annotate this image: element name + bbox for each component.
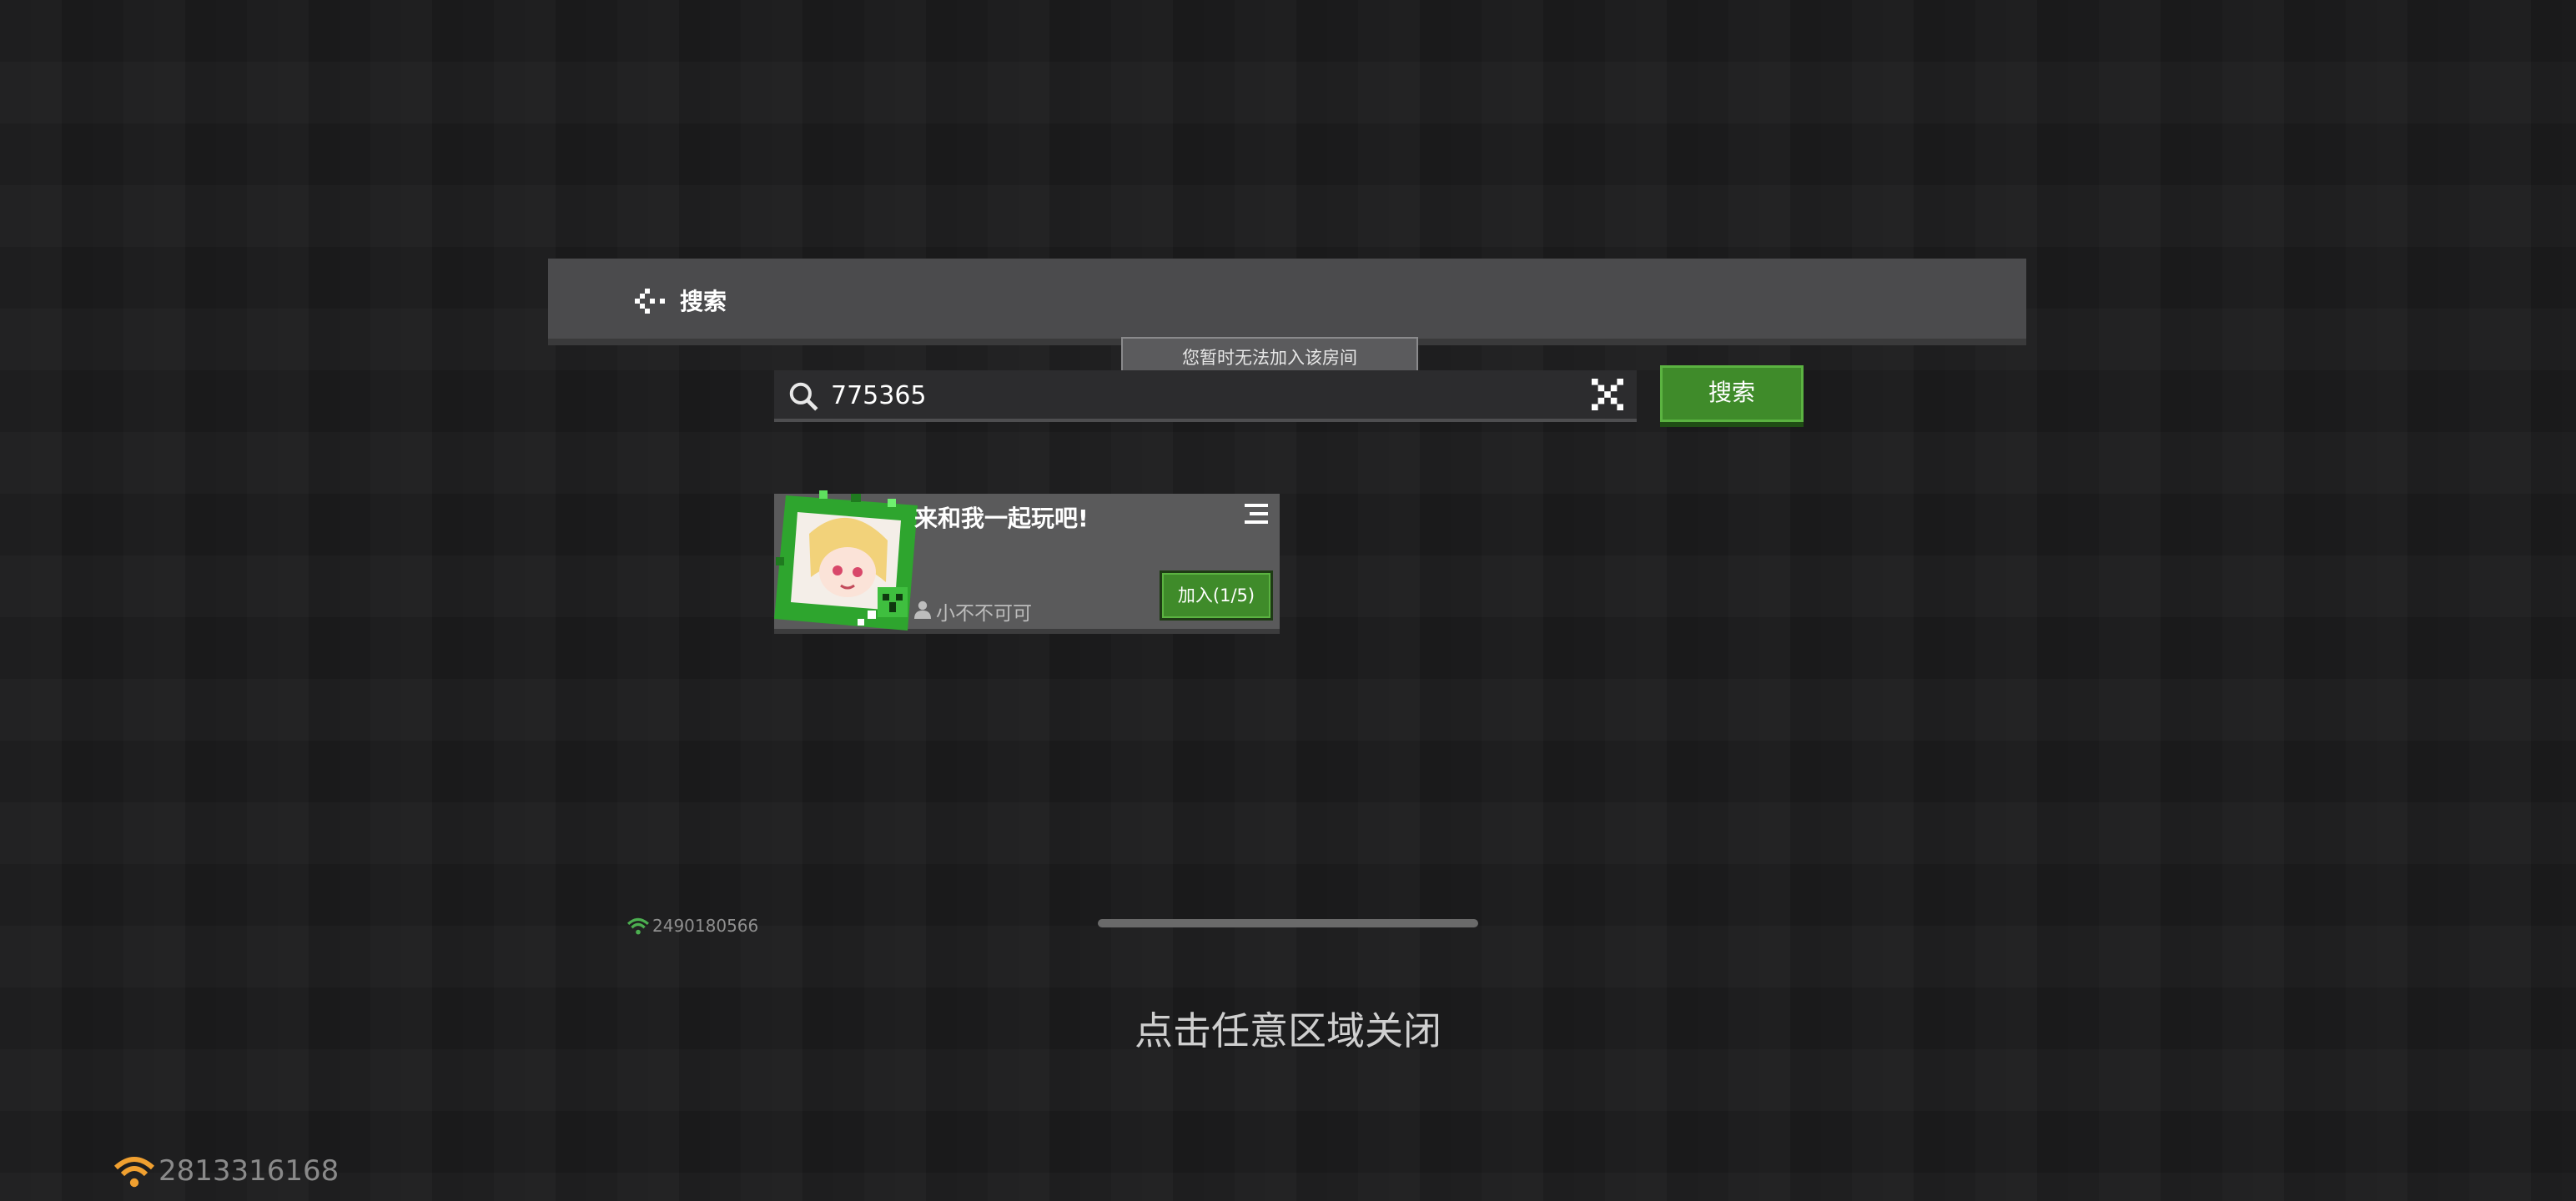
join-button[interactable]: 加入(1/5) xyxy=(1160,570,1273,621)
scrollbar[interactable] xyxy=(1098,919,1478,927)
back-arrow-icon[interactable] xyxy=(635,289,665,314)
search-button[interactable]: 搜索 xyxy=(1660,365,1804,422)
search-icon xyxy=(789,382,818,411)
host-name: 小不不可可 xyxy=(936,603,1032,625)
room-title: 来和我一起玩吧! xyxy=(914,505,1089,532)
search-field[interactable] xyxy=(774,370,1637,422)
network-id: 2490180566 xyxy=(652,916,759,936)
wifi-icon xyxy=(627,917,649,935)
wifi-icon xyxy=(113,1157,155,1188)
search-header: 搜索 xyxy=(548,259,2026,345)
menu-icon[interactable] xyxy=(1245,504,1268,524)
user-icon xyxy=(914,600,931,619)
close-hint[interactable]: 点击任意区域关闭 xyxy=(0,1001,2576,1056)
network-status-bottom: 2813316168 xyxy=(113,1154,339,1188)
network-status-small: 2490180566 xyxy=(627,916,758,936)
page-title: 搜索 xyxy=(680,288,727,315)
room-card[interactable]: 来和我一起玩吧! 小不不可可 加入(1/5) xyxy=(774,490,1280,634)
clear-icon[interactable] xyxy=(1592,379,1623,410)
avatar xyxy=(774,490,918,631)
search-input[interactable] xyxy=(829,375,1567,415)
user-id: 2813316168 xyxy=(158,1154,340,1188)
